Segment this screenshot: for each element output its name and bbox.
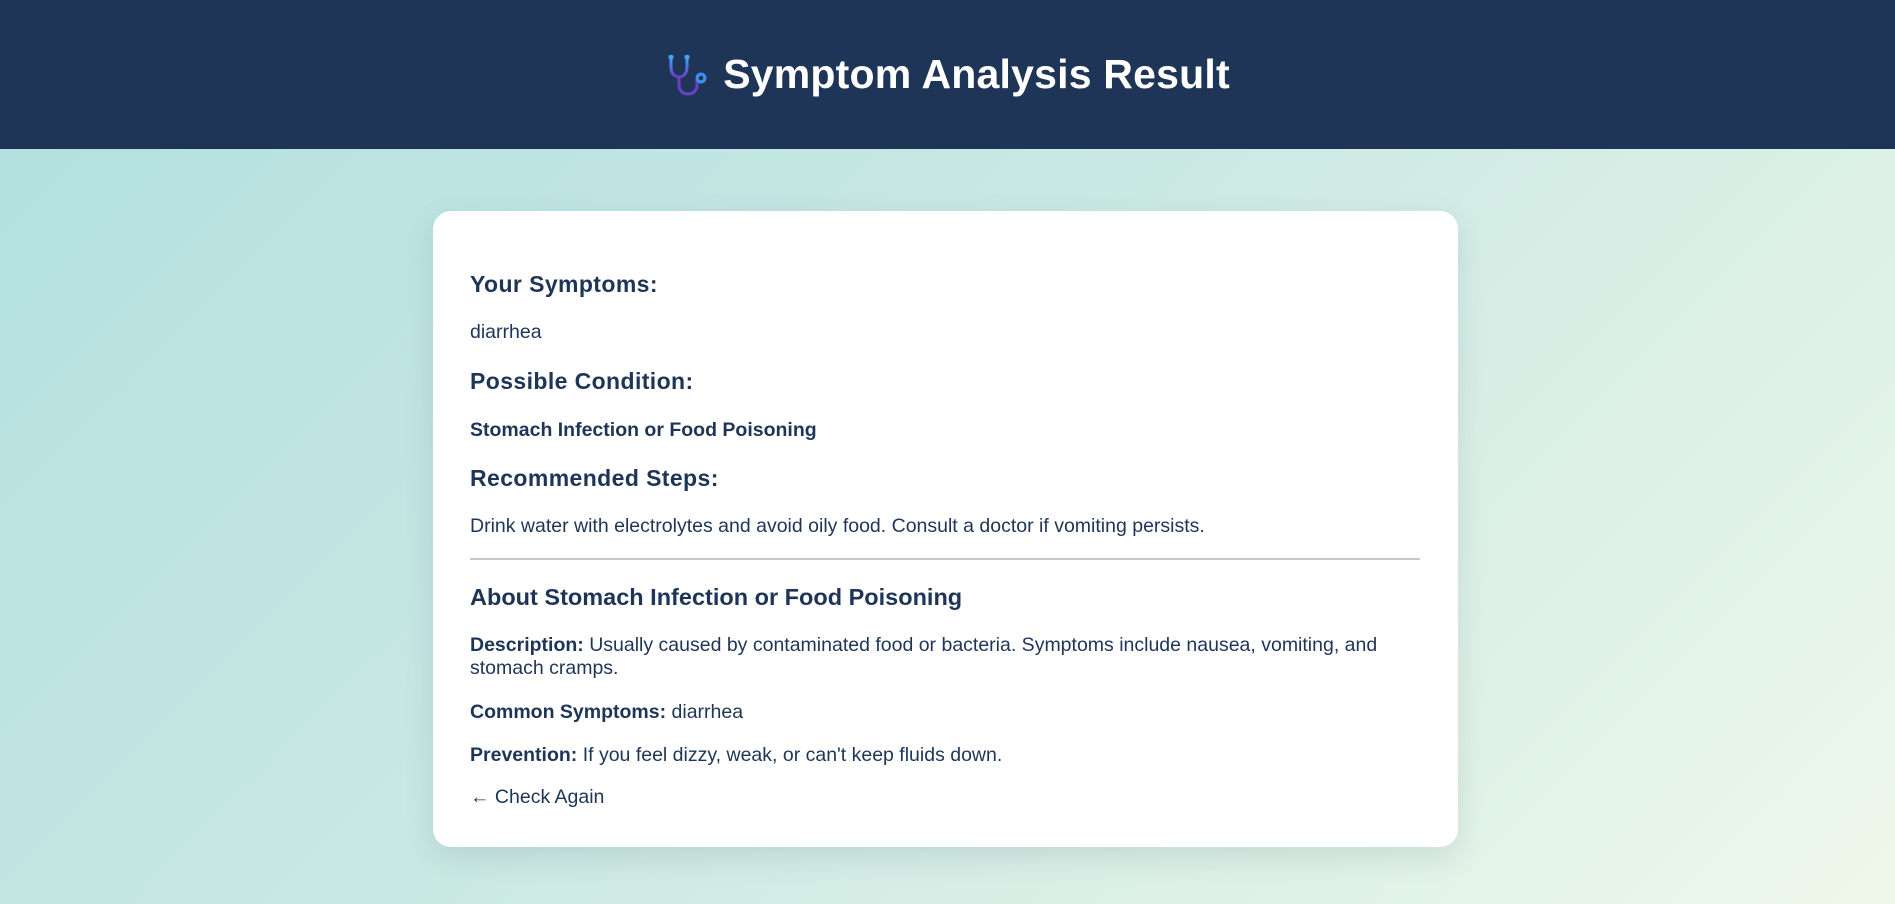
section-divider	[470, 558, 1420, 560]
condition-heading: Possible Condition:	[470, 368, 694, 394]
result-card: Your Symptoms: diarrhea Possible Conditi…	[433, 211, 1458, 847]
description-label: Description:	[470, 634, 584, 656]
symptoms-value: diarrhea	[470, 321, 542, 343]
symptoms-heading: Your Symptoms:	[470, 271, 658, 297]
description-paragraph: Description: Usually caused by contamina…	[470, 634, 1420, 680]
common-symptoms-value: diarrhea	[671, 701, 744, 723]
description-value: Usually caused by contaminated food or b…	[470, 634, 1378, 679]
page-title: Symptom Analysis Result	[723, 51, 1230, 97]
prevention-label: Prevention:	[470, 744, 578, 766]
common-symptoms-paragraph: Common Symptoms: diarrhea	[470, 701, 1420, 724]
prevention-paragraph: Prevention: If you feel dizzy, weak, or …	[470, 744, 1420, 767]
prevention-value: If you feel dizzy, weak, or can't keep f…	[582, 744, 1003, 766]
stethoscope-icon	[668, 54, 707, 96]
common-symptoms-label: Common Symptoms:	[470, 701, 667, 723]
page-header: Symptom Analysis Result	[0, 0, 1895, 149]
steps-value: Drink water with electrolytes and avoid …	[470, 515, 1205, 537]
header-title-group: Symptom Analysis Result	[665, 51, 1230, 98]
check-again-link[interactable]: ← Check Again	[470, 786, 604, 809]
condition-value: Stomach Infection or Food Poisoning	[470, 419, 817, 441]
about-heading: About Stomach Infection or Food Poisonin…	[470, 584, 963, 610]
steps-heading: Recommended Steps:	[470, 465, 719, 491]
